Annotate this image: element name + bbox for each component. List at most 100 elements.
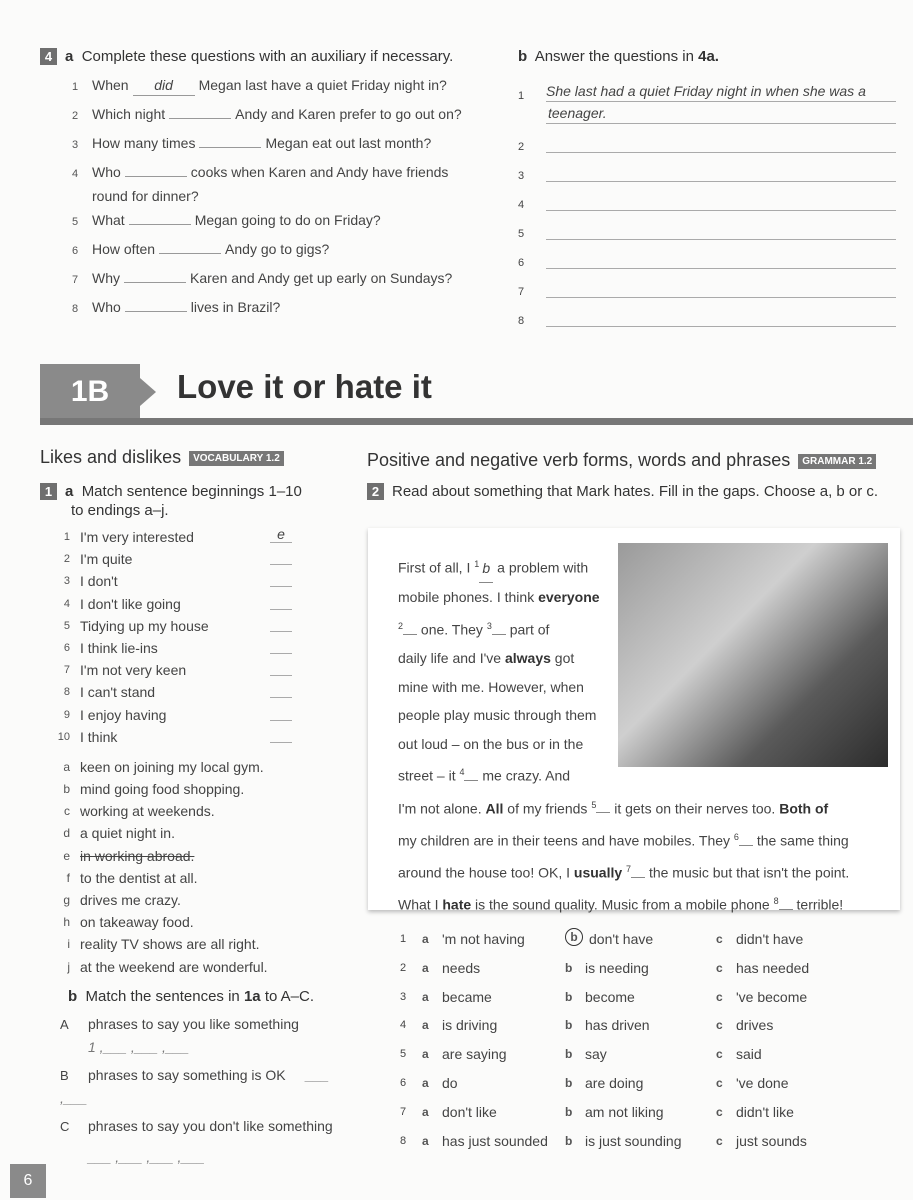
option-text: do <box>442 1074 458 1091</box>
answer-blank[interactable] <box>270 548 292 566</box>
option-b[interactable]: b are doing <box>565 1072 716 1101</box>
question-item: 1 When did Megan last have a quiet Friday n… <box>72 75 500 104</box>
group-answers[interactable]: ___ ,___ ,___ ,___ <box>60 1146 360 1168</box>
ending-text: to the dentist at all. <box>80 869 198 886</box>
ending-text: mind going food shopping. <box>80 781 245 798</box>
option-letter: a <box>422 1104 429 1119</box>
question-start: Why <box>92 270 120 286</box>
option-a[interactable]: a is driving <box>422 1014 565 1043</box>
answer-field[interactable] <box>546 308 896 327</box>
option-text: just sounds <box>736 1132 807 1149</box>
answer-blank[interactable] <box>199 147 262 148</box>
answer-blank[interactable] <box>169 118 232 119</box>
answer-field[interactable]: She last had a quiet Friday night in whe… <box>546 83 896 102</box>
answer-blank[interactable] <box>270 637 292 654</box>
option-c[interactable]: c said <box>716 1043 836 1072</box>
item-number: 6 <box>63 641 70 654</box>
beginning-text: I can't stand <box>80 684 156 701</box>
answer-field[interactable] <box>546 221 896 240</box>
beginning-text: Tidying up my house <box>80 617 209 634</box>
option-c[interactable]: c didn't have <box>716 928 836 957</box>
ending-text: reality TV shows are all right. <box>80 936 260 953</box>
option-letter: c <box>716 960 723 975</box>
sentence-beginning: 7 I'm not very keen <box>52 659 360 681</box>
option-b[interactable]: b has driven <box>565 1014 716 1043</box>
beginning-text: I'm quite <box>80 551 133 568</box>
answer-blank[interactable] <box>270 726 292 743</box>
option-c[interactable]: c didn't like <box>716 1101 836 1130</box>
option-row: 7 a don't like b am not liking c didn't like <box>400 1101 900 1130</box>
option-text: are saying <box>442 1046 507 1063</box>
group-answers[interactable]: 1 ,___ ,___ ,___ <box>60 1036 360 1058</box>
question-start: When <box>92 77 129 93</box>
sentence-beginning: 6 I think lie-ins <box>52 637 360 659</box>
option-b[interactable]: b am not liking <box>565 1101 716 1130</box>
option-b[interactable]: b is just sounding <box>565 1130 716 1159</box>
option-a[interactable]: a do <box>422 1072 565 1101</box>
instruction: Answer the questions in <box>534 48 694 65</box>
item-letter: a <box>63 759 70 774</box>
item-number: 1 <box>400 933 407 945</box>
option-b[interactable]: b become <box>565 986 716 1015</box>
answer-line: teenager. <box>518 102 896 124</box>
option-a[interactable]: a are saying <box>422 1043 565 1072</box>
option-letter: c <box>716 1104 723 1119</box>
answer-blank[interactable] <box>270 704 292 721</box>
option-text: has driven <box>585 1017 650 1034</box>
unit-title: Love it or hate it <box>177 368 432 405</box>
option-a[interactable]: a 'm not having <box>422 928 565 957</box>
option-b[interactable]: b say <box>565 1043 716 1072</box>
option-b[interactable]: b is needing <box>565 957 716 986</box>
answer-field[interactable] <box>546 250 896 269</box>
question-end: Megan going to do on Friday? <box>194 212 381 228</box>
option-letter: b <box>565 960 573 975</box>
option-c[interactable]: c just sounds <box>716 1130 836 1159</box>
question-end: lives in Brazil? <box>190 299 281 315</box>
answer-blank[interactable] <box>128 224 191 225</box>
option-a[interactable]: a don't like <box>422 1101 565 1130</box>
option-c[interactable]: c has needed <box>716 957 836 986</box>
vocabulary-tag: VOCABULARY 1.2 <box>189 450 284 466</box>
exercise-number: 4 <box>40 48 57 65</box>
answer-field[interactable] <box>546 192 896 211</box>
answer-blank[interactable] <box>124 311 187 312</box>
answer-blank[interactable] <box>124 176 187 177</box>
ending-text: keen on joining my local gym. <box>80 758 264 775</box>
option-letter: c <box>716 1133 723 1148</box>
reading-text-box: First of all, I 1b a problem with mobile… <box>368 528 900 913</box>
option-b[interactable]: b don't have <box>565 928 716 957</box>
option-a[interactable]: a became <box>422 986 565 1015</box>
item-number: 5 <box>518 228 525 240</box>
answer-line: 1 She last had a quiet Friday night in wh… <box>518 73 896 102</box>
answer-blank[interactable] <box>270 659 292 677</box>
instruction: Match the sentences in <box>85 987 240 1005</box>
sentence-beginning: 10 I think <box>52 726 360 748</box>
answer-field[interactable] <box>546 163 896 182</box>
question-item: 5 What Megan going to do on Friday? <box>72 210 500 239</box>
answer-blank[interactable]: did <box>132 75 195 96</box>
answer-blank[interactable] <box>270 593 292 610</box>
option-c[interactable]: c 've done <box>716 1072 836 1101</box>
answer-blank[interactable] <box>270 681 292 699</box>
answer-blank[interactable] <box>270 570 292 588</box>
answer-field[interactable] <box>546 279 896 298</box>
option-c[interactable]: c drives <box>716 1014 836 1043</box>
answer-blank[interactable]: e <box>270 526 292 543</box>
beginning-text: I don't <box>80 573 118 590</box>
gap-1[interactable]: b <box>479 554 494 584</box>
answer-blank[interactable] <box>270 615 292 632</box>
item-number: 4 <box>63 597 70 610</box>
answer-line: 7 <box>518 269 896 298</box>
option-c[interactable]: c 've become <box>716 986 836 1015</box>
answer-continuation[interactable]: teenager. <box>546 105 896 124</box>
option-a[interactable]: a has just sounded <box>422 1130 565 1159</box>
option-a[interactable]: a needs <box>422 957 565 986</box>
group-letter: B <box>60 1067 69 1083</box>
option-row: 5 a are saying b say c said <box>400 1043 900 1072</box>
option-row: 3 a became b become c've become <box>400 986 900 1015</box>
phrase-group: Cphrases to say you don't like something… <box>60 1115 360 1168</box>
beginning-text: I think <box>80 728 118 745</box>
answer-blank[interactable] <box>159 253 222 254</box>
answer-blank[interactable] <box>124 282 186 283</box>
answer-field[interactable] <box>546 134 896 153</box>
